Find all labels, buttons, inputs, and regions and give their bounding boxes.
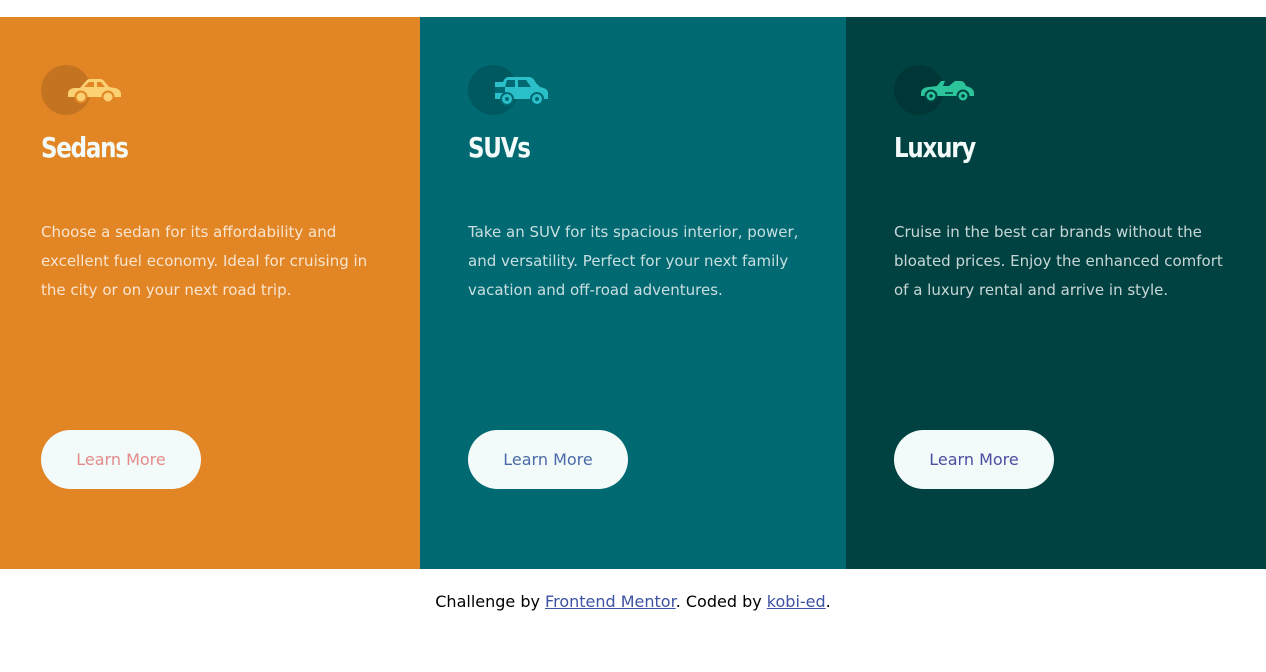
luxury-icon-wrap: [894, 65, 984, 115]
card-description: Cruise in the best car brands without th…: [894, 223, 1223, 299]
card-description: Choose a sedan for its affordability and…: [41, 223, 368, 299]
luxury-car-icon: [921, 81, 974, 103]
card-title: Sedans: [41, 131, 129, 164]
card-suvs: SUVs Take an SUV for its spacious interi…: [420, 17, 846, 569]
card-description: Take an SUV for its spacious interior, p…: [468, 223, 799, 299]
card-title: SUVs: [468, 131, 531, 164]
attribution-footer: Challenge by Frontend Mentor. Coded by k…: [0, 592, 1266, 611]
sedan-car-icon: [68, 79, 121, 104]
suv-car-icon: [495, 77, 548, 106]
frontend-mentor-link[interactable]: Frontend Mentor: [545, 592, 676, 611]
footer-middle: . Coded by: [675, 592, 767, 611]
learn-more-button-sedans[interactable]: Learn More: [41, 430, 201, 489]
card-sedans: Sedans Choose a sedan for its affordabil…: [0, 17, 420, 569]
card-luxury: Luxury Cruise in the best car brands wit…: [846, 17, 1266, 569]
author-link[interactable]: kobi-ed: [767, 592, 826, 611]
footer-suffix: .: [825, 592, 831, 611]
learn-more-button-suvs[interactable]: Learn More: [468, 430, 628, 489]
footer-prefix: Challenge by: [435, 592, 546, 611]
learn-more-button-luxury[interactable]: Learn More: [894, 430, 1054, 489]
car-cards-container: Sedans Choose a sedan for its affordabil…: [0, 17, 1266, 569]
card-title: Luxury: [894, 131, 976, 164]
sedan-icon-wrap: [41, 65, 131, 115]
suv-icon-wrap: [468, 65, 558, 115]
